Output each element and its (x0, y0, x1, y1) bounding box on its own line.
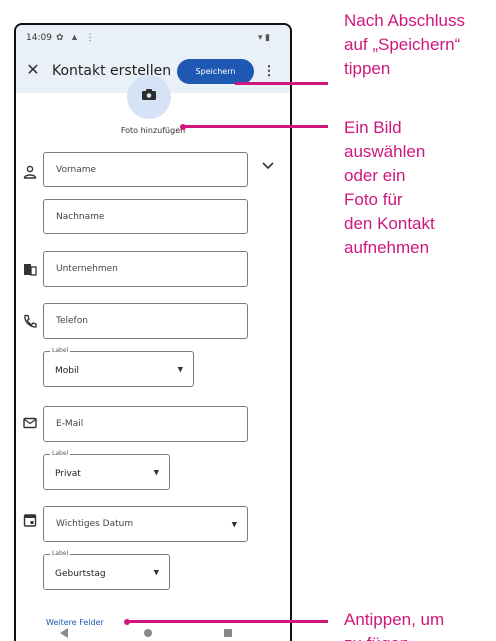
camera-icon (142, 89, 156, 100)
date-placeholder: Wichtiges Datum (56, 519, 134, 529)
system-nav-bar (16, 627, 290, 641)
home-icon[interactable] (144, 629, 152, 637)
add-photo-button[interactable] (127, 75, 171, 119)
overflow-menu-icon[interactable]: ⋮ (262, 60, 276, 82)
phone-frame: 14:09 ✿ ▲ ⋮ ▾ ▮ ✕ Kontakt erstellen Spei… (14, 23, 292, 641)
callout-line-save (235, 82, 328, 85)
date-label-value: Geburtstag (55, 569, 106, 580)
date-field[interactable]: Wichtiges Datum ▼ (43, 506, 248, 542)
email-label-caption: Label (50, 450, 71, 457)
calendar-icon (23, 514, 37, 527)
company-placeholder: Unternehmen (56, 264, 118, 274)
company-field[interactable]: Unternehmen (43, 251, 248, 287)
callout-line-more (127, 620, 328, 623)
dropdown-arrow-icon: ▼ (153, 568, 159, 577)
contact-form-screen: 14:09 ✿ ▲ ⋮ ▾ ▮ ✕ Kontakt erstellen Spei… (16, 25, 290, 641)
save-button[interactable]: Speichern (177, 59, 254, 84)
last-name-placeholder: Nachname (56, 211, 105, 222)
email-placeholder: E-Mail (56, 419, 84, 429)
email-field[interactable]: E-Mail (43, 406, 248, 442)
phone-label-value: Mobil (55, 366, 79, 377)
last-name-field[interactable]: Nachname (43, 199, 248, 234)
back-icon[interactable] (60, 628, 68, 638)
date-label-caption: Label (50, 550, 71, 557)
battery-wifi-icons: ▾ ▮ (258, 32, 270, 42)
dropdown-arrow-icon: ▼ (177, 365, 183, 374)
first-name-field[interactable]: Vorname (43, 152, 248, 187)
close-icon[interactable]: ✕ (22, 60, 44, 82)
email-label-value: Privat (55, 469, 81, 480)
dropdown-arrow-icon: ▼ (231, 520, 237, 529)
person-icon (23, 165, 37, 179)
first-name-placeholder: Vorname (56, 164, 97, 175)
status-time: 14:09 (26, 33, 52, 43)
date-label-select[interactable]: Label Geburtstag ▼ (43, 550, 170, 590)
phone-field[interactable]: Telefon (43, 303, 248, 339)
company-icon (24, 264, 37, 276)
phone-label-select[interactable]: Label Mobil ▼ (43, 347, 194, 387)
more-fields-link[interactable]: Weitere Felder (46, 618, 104, 627)
chevron-down-icon[interactable] (260, 157, 276, 173)
dropdown-arrow-icon: ▼ (153, 468, 159, 477)
email-icon (23, 417, 37, 429)
notification-icons: ✿ ▲ ⋮ (56, 32, 97, 42)
callout-more-text: Antippen, um zu fügen (344, 610, 445, 641)
recent-apps-icon[interactable] (224, 629, 232, 637)
callout-save-text: Nach Abschluss auf „Speichern“ tippen (344, 11, 465, 78)
phone-icon (24, 314, 37, 328)
email-label-select[interactable]: Label Privat ▼ (43, 450, 170, 490)
callout-photo-text: Ein Bild auswählen oder ein Foto für den… (344, 118, 435, 257)
phone-label-caption: Label (50, 347, 71, 354)
callout-line-photo (183, 125, 328, 128)
status-bar: 14:09 ✿ ▲ ⋮ ▾ ▮ (16, 25, 290, 49)
phone-placeholder: Telefon (56, 316, 88, 326)
